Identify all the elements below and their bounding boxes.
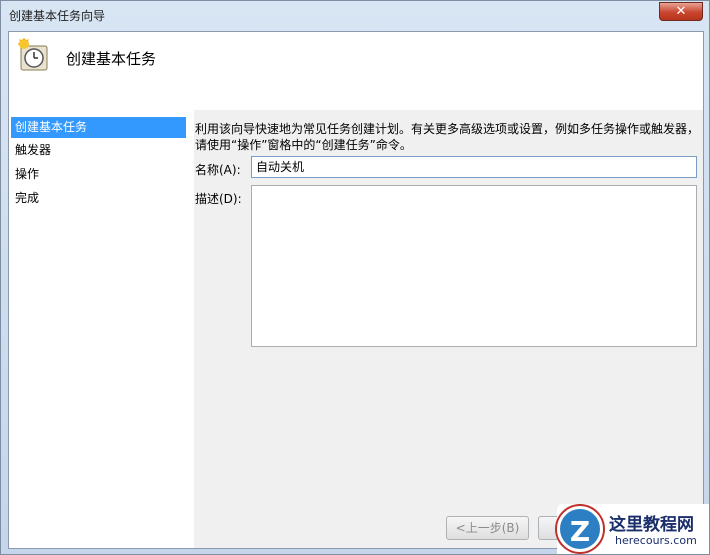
wizard-header: 创建基本任务 [9,32,703,110]
description-label: 描述(D): [195,192,242,206]
title-bar[interactable]: 创建基本任务向导 ✕ [1,1,709,31]
description-textarea[interactable] [251,185,697,347]
back-button[interactable]: <上一步(B) [446,516,529,540]
clock-icon [18,38,48,71]
close-button[interactable]: ✕ [659,2,703,21]
step-item-finish[interactable]: 完成 [11,188,186,209]
watermark-subtitle: herecours.com [615,534,697,547]
step-item-action[interactable]: 操作 [11,164,186,185]
wizard-description: 利用该向导快速地为常见任务创建计划。有关更多高级选项或设置，例如多任务操作或触发… [195,122,700,152]
watermark-title: 这里教程网 [609,515,694,535]
wizard-step-list: 创建基本任务 触发器 操作 完成 [9,110,194,548]
wizard-window: 创建基本任务向导 ✕ 创建基本任务 创建基本任务 触发器 操作 完成 利用该向导… [0,0,710,555]
step-item-trigger[interactable]: 触发器 [11,140,186,161]
watermark-logo-icon: Z [557,506,603,552]
name-input[interactable]: 自动关机 [251,156,697,178]
site-watermark: Z 这里教程网 herecours.com [557,504,709,554]
page-title: 创建基本任务 [66,50,157,68]
step-item-create-basic-task[interactable]: 创建基本任务 [11,117,186,138]
window-title: 创建基本任务向导 [9,9,106,23]
wizard-client-area: 创建基本任务 创建基本任务 触发器 操作 完成 利用该向导快速地为常见任务创建计… [8,31,704,549]
name-label: 名称(A): [195,163,241,177]
